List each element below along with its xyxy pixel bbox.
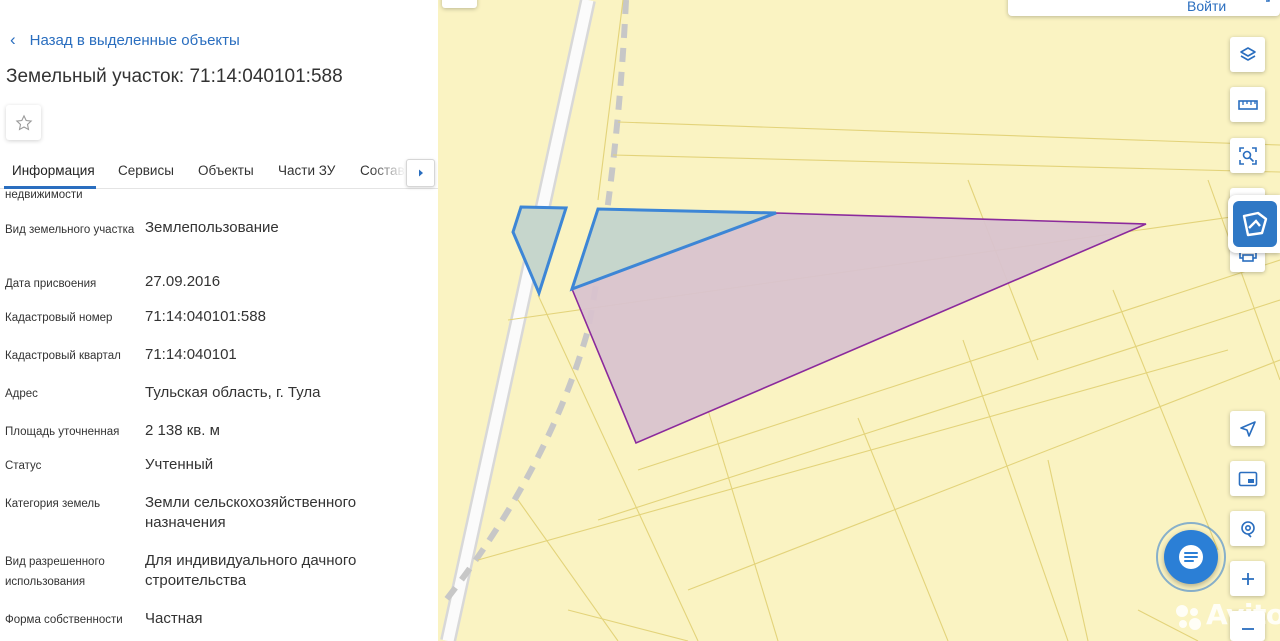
tabs-scroll-right-button[interactable] bbox=[406, 159, 435, 187]
login-bar[interactable]: Войти bbox=[1008, 0, 1280, 16]
property-value: Частная bbox=[145, 610, 203, 627]
tab-fade bbox=[370, 152, 406, 188]
active-tab-indicator bbox=[4, 186, 96, 189]
ruler-icon bbox=[1237, 99, 1258, 110]
tab-objects[interactable]: Объекты bbox=[198, 163, 254, 178]
star-icon bbox=[15, 114, 32, 130]
property-label: Форма собственности bbox=[5, 614, 123, 626]
property-label: Адрес bbox=[5, 388, 38, 400]
property-value: Землепользование bbox=[145, 219, 279, 236]
tab-bar: Информация Сервисы Объекты Части ЗУ Сост… bbox=[0, 152, 438, 189]
avito-logo-icon bbox=[1176, 605, 1201, 630]
login-label: Войти bbox=[1187, 0, 1227, 14]
back-link[interactable]: ‹ Назад в выделенные объекты bbox=[10, 30, 240, 50]
favorite-button[interactable] bbox=[6, 105, 41, 140]
minimap-icon bbox=[1238, 471, 1257, 486]
property-label: Вид земельного участка bbox=[5, 224, 135, 236]
property-value: 71:14:040101:588 bbox=[145, 308, 266, 325]
property-value: Учтенный bbox=[145, 456, 214, 473]
login-icon bbox=[1266, 0, 1270, 2]
locate-icon bbox=[1239, 420, 1256, 437]
property-label: Площадь уточненная bbox=[5, 426, 120, 438]
property-label: Кадастровый квартал bbox=[5, 350, 121, 362]
avito-watermark: Avito bbox=[1206, 598, 1280, 631]
chat-button[interactable] bbox=[1156, 522, 1226, 600]
chat-button-inner bbox=[1164, 530, 1218, 584]
property-label: Статус bbox=[5, 460, 42, 472]
caret-right-icon bbox=[418, 169, 423, 177]
locate-button[interactable] bbox=[1230, 411, 1265, 446]
side-panel-toggle[interactable] bbox=[1228, 195, 1280, 253]
property-value: Тульская область, г. Тула bbox=[145, 384, 321, 401]
tab-info[interactable]: Информация bbox=[12, 163, 95, 178]
back-link-label: Назад в выделенные объекты bbox=[29, 31, 240, 49]
select-area-icon bbox=[1238, 146, 1257, 165]
info-panel: ‹ Назад в выделенные объекты Земельный у… bbox=[0, 0, 438, 641]
property-value: Для индивидуального дачного строительств… bbox=[145, 552, 357, 589]
layers-button[interactable] bbox=[1230, 37, 1265, 72]
property-label: Кадастровый номер bbox=[5, 312, 113, 324]
map-top-button[interactable] bbox=[442, 0, 477, 8]
property-label: Категория земель bbox=[5, 498, 101, 510]
map-brand-icon bbox=[1242, 211, 1268, 237]
tab-parts[interactable]: Части ЗУ bbox=[278, 163, 335, 178]
minimap-button[interactable] bbox=[1230, 461, 1265, 496]
ruler-button[interactable] bbox=[1230, 87, 1265, 122]
page-title: Земельный участок: 71:14:040101:588 bbox=[6, 66, 343, 87]
property-value: 71:14:040101 bbox=[145, 346, 237, 363]
app-root: ‹ Назад в выделенные объекты Земельный у… bbox=[0, 0, 1280, 641]
zoom-in-button[interactable] bbox=[1230, 561, 1265, 596]
geo-marker-button[interactable] bbox=[1230, 511, 1265, 546]
layers-icon bbox=[1239, 46, 1256, 61]
property-label: Вид разрешенного использования bbox=[5, 556, 105, 588]
zoom-in-icon bbox=[1241, 572, 1254, 585]
property-value: 27.09.2016 bbox=[145, 273, 221, 290]
property-value: 2 138 кв. м bbox=[145, 422, 220, 439]
properties-list: недвижимости Вид земельного участка Земл… bbox=[0, 190, 438, 641]
map-view[interactable]: Войти Avito bbox=[438, 0, 1280, 641]
tab-services[interactable]: Сервисы bbox=[118, 163, 174, 178]
side-panel-toggle-inner bbox=[1233, 201, 1277, 247]
geo-marker-icon bbox=[1240, 520, 1255, 538]
map-canvas[interactable] bbox=[438, 0, 1280, 641]
select-area-button[interactable] bbox=[1230, 138, 1265, 173]
chat-icon bbox=[1179, 545, 1203, 569]
property-label: недвижимости bbox=[5, 190, 83, 201]
property-label: Дата присвоения bbox=[5, 278, 97, 290]
property-value: Земли сельскохозяйственного назначения bbox=[145, 494, 357, 531]
chevron-left-icon: ‹ bbox=[10, 30, 16, 49]
